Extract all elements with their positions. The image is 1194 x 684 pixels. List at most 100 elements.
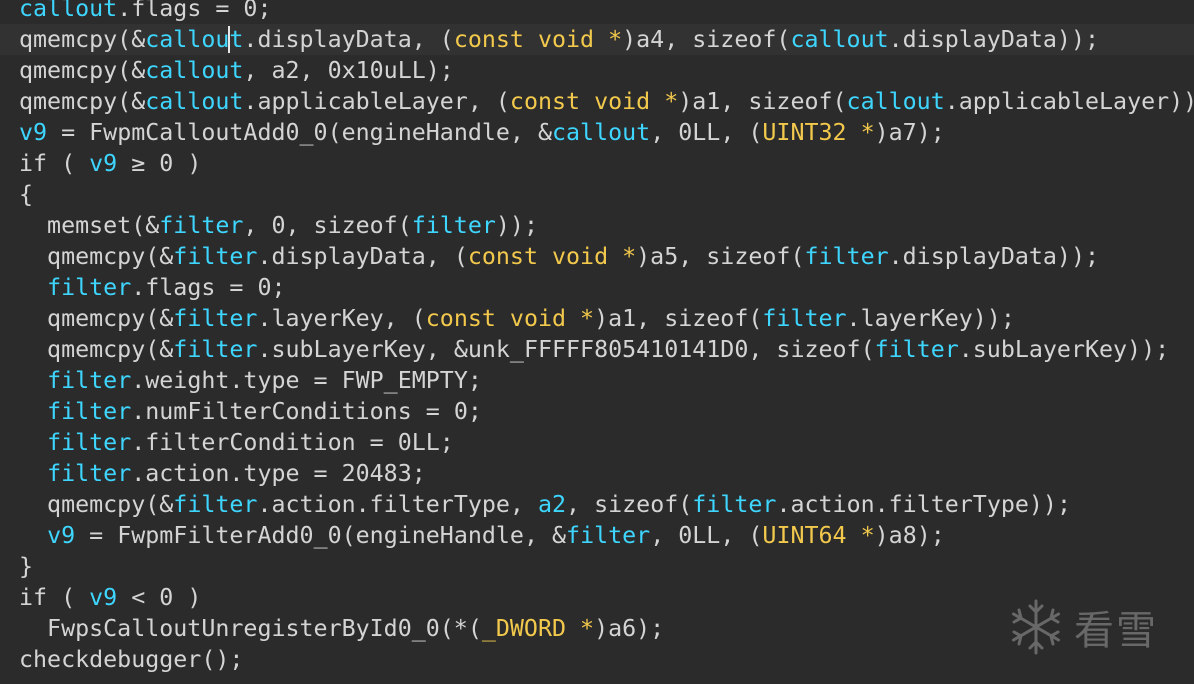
code-token: .action.filterType));: [776, 491, 1071, 518]
code-token: .applicableLayer, (: [243, 88, 510, 115]
code-token: if (: [19, 150, 90, 177]
code-token: t: [229, 26, 244, 53]
code-token: < 0 ): [117, 584, 202, 611]
code-token: callout: [19, 0, 118, 22]
code-token: callout: [552, 119, 651, 146]
code-token: callou: [145, 26, 230, 53]
code-token: v9: [19, 119, 48, 146]
code-token: .displayData, (: [257, 243, 468, 270]
code-editor[interactable]: callout.flags = 0; qmemcpy(&callout.displ…: [0, 0, 1194, 684]
code-token: .applicableLayer));: [944, 88, 1194, 115]
code-token: .subLayerKey, &unk_FFFFF805410141D0, siz…: [257, 336, 875, 363]
code-token: a2: [537, 491, 567, 518]
code-token: filter: [411, 212, 496, 239]
code-token: )a6);: [594, 615, 665, 642]
code-token: .displayData));: [888, 243, 1100, 270]
code-token: {: [19, 181, 34, 208]
code-token: .flags = 0;: [117, 0, 272, 22]
code-line[interactable]: filter.action.type = 20483;: [19, 458, 1194, 489]
code-line[interactable]: qmemcpy(&callout.applicableLayer, (const…: [19, 86, 1194, 117]
code-token: filter: [47, 274, 132, 301]
code-token: .layerKey));: [846, 305, 1015, 332]
code-token: filter: [874, 336, 959, 363]
code-token: , a2, 0x10uLL);: [243, 57, 454, 84]
code-line[interactable]: memset(&filter, 0, sizeof(filter));: [19, 210, 1194, 241]
code-token: if (: [19, 584, 90, 611]
code-token: callout: [846, 88, 945, 115]
code-token: filter: [159, 212, 244, 239]
code-token: qmemcpy(&: [19, 491, 174, 518]
code-token: .layerKey, (: [257, 305, 426, 332]
code-token: filter: [47, 429, 132, 456]
code-line[interactable]: {: [19, 179, 1194, 210]
code-token: callout: [145, 57, 244, 84]
code-token: UINT64 *: [762, 522, 875, 549]
code-token: callout: [145, 88, 244, 115]
code-line[interactable]: filter.filterCondition = 0LL;: [19, 427, 1194, 458]
code-token: .action.type = 20483;: [131, 460, 426, 487]
code-token: , 0LL, (: [650, 119, 763, 146]
code-token: )a4, sizeof(: [622, 26, 791, 53]
code-token: filter: [47, 367, 132, 394]
code-token: ≥ 0 ): [117, 150, 202, 177]
code-line[interactable]: qmemcpy(&callout.displayData, (const voi…: [0, 24, 1194, 55]
code-line[interactable]: }: [19, 551, 1194, 582]
code-line[interactable]: callout.flags = 0;: [19, 0, 1194, 24]
code-line[interactable]: qmemcpy(&filter.action.filterType, a2, s…: [19, 489, 1194, 520]
watermark-text: 看雪: [1074, 608, 1158, 654]
code-token: filter: [173, 243, 258, 270]
code-token: const void *: [467, 243, 637, 270]
code-line[interactable]: qmemcpy(&filter.layerKey, (const void *)…: [19, 303, 1194, 334]
code-line[interactable]: filter.numFilterConditions = 0;: [19, 396, 1194, 427]
code-token: v9: [47, 522, 76, 549]
code-token: .displayData, (: [243, 26, 454, 53]
code-token: filter: [173, 305, 258, 332]
code-token: v9: [89, 584, 118, 611]
code-token: filter: [173, 491, 258, 518]
code-token: filter: [762, 305, 847, 332]
code-view[interactable]: callout.flags = 0; qmemcpy(&callout.displ…: [0, 0, 1194, 675]
code-token: _DWORD *: [481, 615, 595, 642]
code-token: qmemcpy(&: [19, 336, 174, 363]
code-token: .displayData));: [888, 26, 1100, 53]
code-token: .subLayerKey));: [958, 336, 1170, 363]
code-token: , 0, sizeof(: [243, 212, 412, 239]
code-line[interactable]: qmemcpy(& filter.subLayerKey, &unk_FFFFF8…: [19, 334, 1194, 365]
code-token: memset(&: [19, 212, 160, 239]
code-token: filter: [47, 460, 132, 487]
code-line[interactable]: filter.weight.type = FWP_EMPTY;: [19, 365, 1194, 396]
code-token: }: [19, 553, 34, 580]
snowflake-icon: [1006, 597, 1066, 657]
code-token: )a5, sizeof(: [636, 243, 805, 270]
code-token: filter: [804, 243, 889, 270]
code-token: qmemcpy(&: [19, 243, 174, 270]
code-token: qmemcpy(&: [19, 305, 174, 332]
code-token: filter: [692, 491, 777, 518]
code-line[interactable]: qmemcpy(&callout, a2, 0x10uLL);: [19, 55, 1194, 86]
code-token: )a7);: [874, 119, 945, 146]
code-token: filter: [47, 398, 132, 425]
code-token: = FwpmCalloutAdd0_0(engineHandle, &: [47, 119, 552, 146]
code-token: )a1, sizeof(: [594, 305, 763, 332]
code-line[interactable]: filter.flags = 0;: [19, 272, 1194, 303]
code-token: ));: [495, 212, 538, 239]
code-line[interactable]: qmemcpy(&filter.displayData, (const void…: [19, 241, 1194, 272]
code-line[interactable]: if ( v9 ≥ 0 ): [19, 148, 1194, 179]
code-token: = FwpmFilterAdd0_0(engineHandle, &: [75, 522, 567, 549]
code-token: .numFilterConditions = 0;: [131, 398, 482, 425]
code-token: .weight.type = FWP_EMPTY;: [131, 367, 482, 394]
code-token: qmemcpy(&: [19, 26, 146, 53]
code-token: const void *: [509, 88, 679, 115]
code-line[interactable]: v9 = FwpmCalloutAdd0_0(engineHandle, &ca…: [19, 117, 1194, 148]
code-token: , sizeof(: [566, 491, 693, 518]
code-token: v9: [89, 150, 118, 177]
code-token: .flags = 0;: [131, 274, 286, 301]
code-line[interactable]: v9 = FwpmFilterAdd0_0(engineHandle, &fil…: [19, 520, 1194, 551]
code-token: const void *: [425, 305, 595, 332]
code-token: filter: [566, 522, 651, 549]
